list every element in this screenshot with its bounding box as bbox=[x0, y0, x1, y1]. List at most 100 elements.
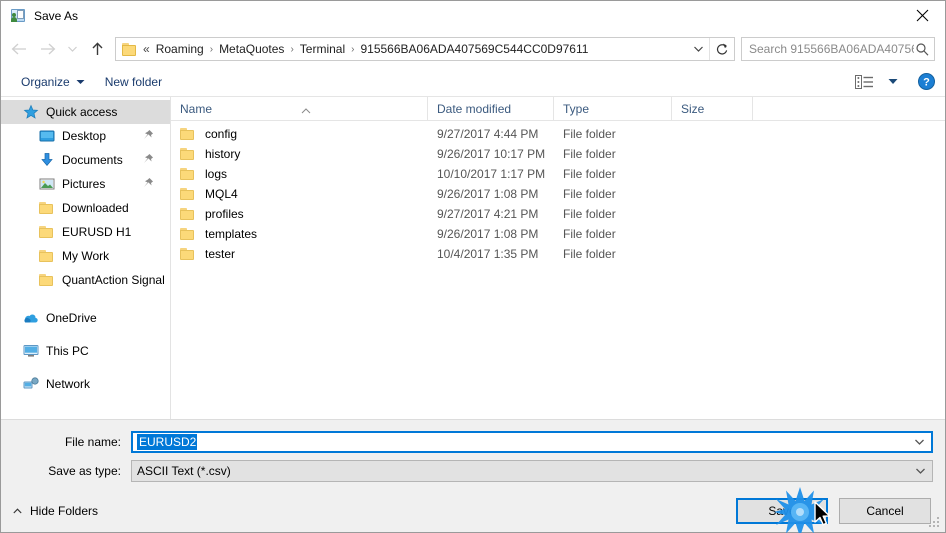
savetype-select[interactable]: ASCII Text (*.csv) bbox=[131, 460, 933, 482]
breadcrumb-item-roaming[interactable]: Roaming bbox=[153, 40, 207, 58]
folder-icon bbox=[180, 186, 196, 202]
breadcrumb-item-terminal[interactable]: Terminal bbox=[297, 40, 348, 58]
cancel-button[interactable]: Cancel bbox=[839, 497, 931, 524]
column-header-name[interactable]: Name bbox=[171, 96, 428, 121]
folder-icon bbox=[39, 200, 55, 216]
search-input[interactable]: Search 915566BA06ADA40756... bbox=[741, 37, 935, 61]
save-button[interactable]: Save bbox=[736, 497, 828, 524]
table-row[interactable]: profiles 9/27/2017 4:21 PM File folder bbox=[171, 204, 945, 224]
breadcrumb-item-metaquotes[interactable]: MetaQuotes bbox=[216, 40, 287, 58]
sidebar-item-quick-access[interactable]: Quick access bbox=[1, 100, 170, 124]
chevron-down-icon[interactable] bbox=[915, 461, 926, 481]
sidebar-item-pictures[interactable]: Pictures bbox=[1, 172, 170, 196]
pin-icon bbox=[142, 153, 154, 166]
sidebar-label: Documents bbox=[62, 153, 123, 167]
file-name-cell: history bbox=[171, 146, 428, 162]
pin-icon bbox=[142, 129, 154, 142]
address-bar[interactable]: « Roaming › MetaQuotes › Terminal › 9155… bbox=[115, 37, 735, 61]
sidebar-item-my-work[interactable]: My Work bbox=[1, 244, 170, 268]
table-row[interactable]: history 9/26/2017 10:17 PM File folder bbox=[171, 144, 945, 164]
up-arrow-icon[interactable] bbox=[83, 36, 111, 62]
breadcrumb-item-guid[interactable]: 915566BA06ADA407569C544CC0D97611 bbox=[357, 40, 591, 58]
file-date: 9/26/2017 1:08 PM bbox=[437, 227, 539, 241]
sidebar-item-network[interactable]: Network bbox=[1, 372, 170, 396]
recent-locations-chevron-down-icon[interactable] bbox=[61, 36, 83, 62]
resize-grip-icon[interactable] bbox=[929, 517, 941, 529]
hide-folders-button[interactable]: Hide Folders bbox=[13, 504, 98, 518]
breadcrumb-separator: › bbox=[351, 43, 355, 55]
file-type: File folder bbox=[563, 127, 616, 141]
sidebar-label: This PC bbox=[46, 344, 89, 358]
sidebar-item-quantaction-signal[interactable]: QuantAction Signal bbox=[1, 268, 170, 292]
table-row[interactable]: config 9/27/2017 4:44 PM File folder bbox=[171, 124, 945, 144]
pictures-icon bbox=[39, 176, 55, 192]
sidebar-item-desktop[interactable]: Desktop bbox=[1, 124, 170, 148]
filename-input[interactable]: EURUSD2 bbox=[131, 431, 933, 453]
back-arrow-icon[interactable] bbox=[5, 36, 33, 62]
file-name: templates bbox=[205, 227, 258, 241]
file-list-pane: Name Date modified Type Size config 9/27… bbox=[171, 96, 945, 419]
close-icon[interactable] bbox=[899, 1, 945, 30]
file-name: history bbox=[205, 147, 241, 161]
file-date: 9/26/2017 1:08 PM bbox=[437, 187, 539, 201]
organize-button[interactable]: Organize bbox=[15, 72, 91, 92]
sidebar-label: Quick access bbox=[46, 105, 118, 119]
folder-icon bbox=[180, 206, 196, 222]
table-row[interactable]: tester 10/4/2017 1:35 PM File folder bbox=[171, 244, 945, 264]
breadcrumb-overflow[interactable]: « bbox=[143, 40, 153, 58]
column-header-date-label: Date modified bbox=[437, 101, 512, 116]
sidebar-label: QuantAction Signal bbox=[62, 273, 165, 287]
refresh-icon[interactable] bbox=[710, 38, 734, 60]
file-name: tester bbox=[205, 247, 236, 261]
navigation-bar: « Roaming › MetaQuotes › Terminal › 9155… bbox=[1, 31, 945, 67]
table-row[interactable]: templates 9/26/2017 1:08 PM File folder bbox=[171, 224, 945, 244]
help-icon[interactable]: ? bbox=[918, 73, 935, 90]
search-placeholder: Search 915566BA06ADA40756... bbox=[749, 42, 914, 56]
column-header-type[interactable]: Type bbox=[554, 96, 672, 121]
column-header-date-modified[interactable]: Date modified bbox=[428, 96, 554, 121]
file-name-cell: config bbox=[171, 126, 428, 142]
table-row[interactable]: MQL4 9/26/2017 1:08 PM File folder bbox=[171, 184, 945, 204]
sidebar-item-eurusd-h1[interactable]: EURUSD H1 bbox=[1, 220, 170, 244]
view-caret-down-icon[interactable] bbox=[884, 76, 902, 87]
title-bar: Save As bbox=[1, 1, 945, 31]
sidebar-item-this-pc[interactable]: This PC bbox=[1, 339, 170, 363]
new-folder-button[interactable]: New folder bbox=[99, 72, 168, 92]
chevron-down-icon[interactable] bbox=[914, 433, 925, 451]
network-icon bbox=[23, 376, 39, 392]
column-header-type-label: Type bbox=[563, 101, 590, 116]
file-name-cell: templates bbox=[171, 226, 428, 242]
address-dropdown-chevron-down-icon[interactable] bbox=[687, 38, 709, 60]
file-type: File folder bbox=[563, 187, 616, 201]
column-header-size[interactable]: Size bbox=[672, 96, 753, 121]
forward-arrow-icon[interactable] bbox=[33, 36, 61, 62]
file-rows: config 9/27/2017 4:44 PM File folder his… bbox=[171, 121, 945, 419]
file-name-cell: profiles bbox=[171, 206, 428, 222]
file-name-cell: MQL4 bbox=[171, 186, 428, 202]
sidebar-label: Network bbox=[46, 377, 91, 391]
filename-label: File name: bbox=[64, 435, 121, 449]
organize-label: Organize bbox=[21, 74, 70, 89]
file-date: 10/4/2017 1:35 PM bbox=[437, 247, 539, 261]
file-type: File folder bbox=[563, 207, 616, 221]
folder-icon bbox=[122, 42, 138, 56]
file-date: 9/27/2017 4:44 PM bbox=[437, 127, 539, 141]
column-headers: Name Date modified Type Size bbox=[171, 96, 945, 121]
sidebar-item-onedrive[interactable]: OneDrive bbox=[1, 306, 170, 330]
sidebar-label: Pictures bbox=[62, 177, 106, 191]
column-header-size-label: Size bbox=[681, 101, 705, 116]
sidebar-item-documents[interactable]: Documents bbox=[1, 148, 170, 172]
view-list-icon[interactable] bbox=[851, 73, 878, 91]
caret-down-icon bbox=[76, 79, 85, 85]
table-row[interactable]: logs 10/10/2017 1:17 PM File folder bbox=[171, 164, 945, 184]
sidebar-item-downloaded[interactable]: Downloaded bbox=[1, 196, 170, 220]
file-name: logs bbox=[205, 167, 228, 181]
breadcrumb-separator: › bbox=[290, 43, 294, 55]
file-name: MQL4 bbox=[205, 187, 238, 201]
file-date: 9/26/2017 10:17 PM bbox=[437, 147, 546, 161]
filename-row: File name: EURUSD2 bbox=[13, 431, 933, 453]
svg-text:?: ? bbox=[923, 77, 930, 89]
folder-icon bbox=[39, 224, 55, 240]
